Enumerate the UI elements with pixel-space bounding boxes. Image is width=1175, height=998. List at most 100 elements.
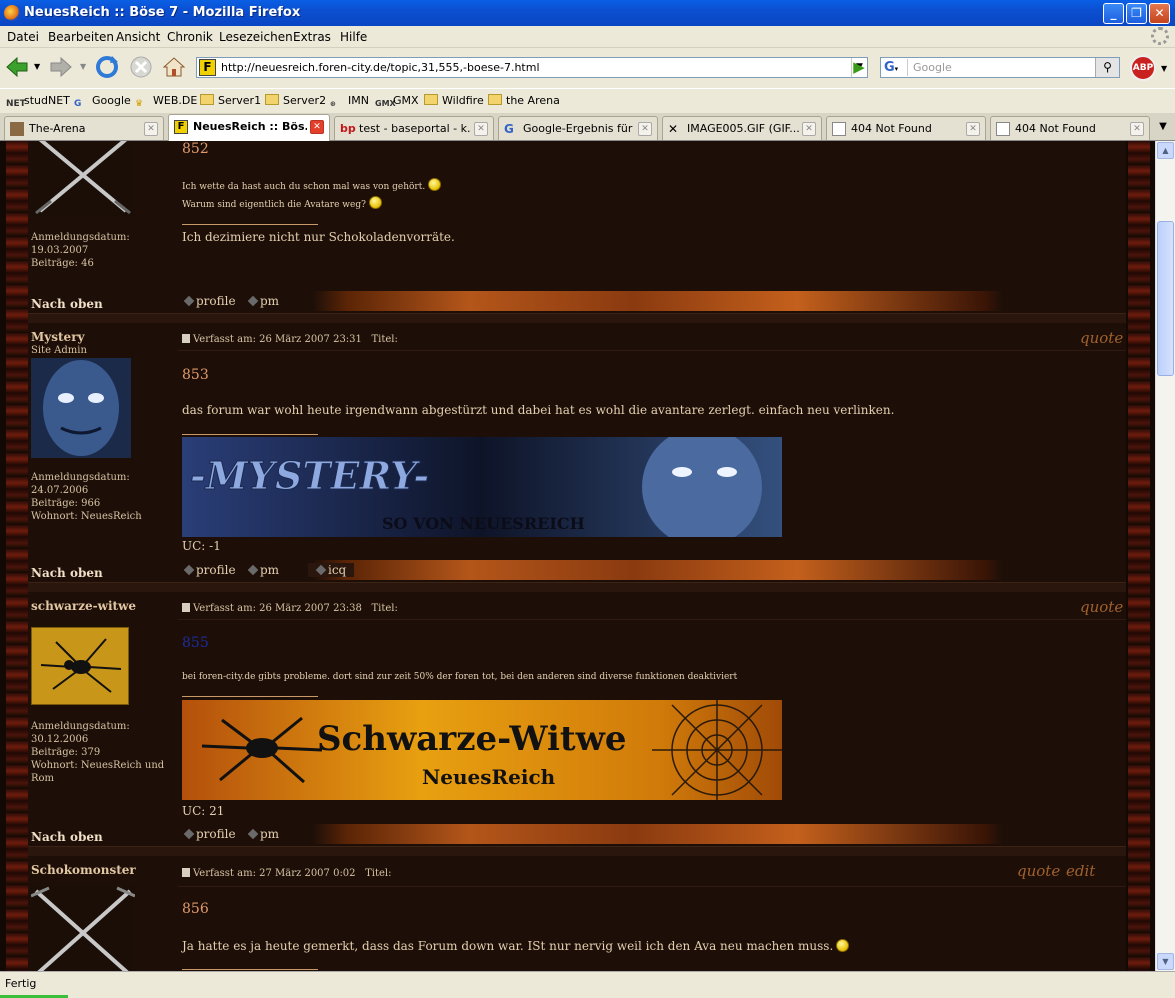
forward-arrow-icon[interactable] — [48, 54, 74, 80]
search-engine-google-icon[interactable]: G▾ — [882, 59, 908, 76]
bookmarks-toolbar: NETstudNET G Google ♛ WEB.DE Server1 Serve… — [0, 88, 1175, 112]
tab-close-icon[interactable]: ✕ — [802, 122, 816, 136]
pm-button[interactable]: pm — [247, 294, 279, 308]
nach-oben-link[interactable]: Nach oben — [31, 566, 103, 580]
quote-button[interactable]: quote — [1080, 598, 1123, 616]
header-separator — [178, 886, 1126, 887]
post-icon — [182, 868, 190, 877]
tab-close-icon[interactable]: ✕ — [474, 122, 488, 136]
post-author[interactable]: Schokomonster — [31, 863, 136, 877]
post-author[interactable]: schwarze-witwe — [31, 599, 136, 613]
registration-date: 19.03.2007 — [31, 245, 89, 256]
arena-favicon-icon — [10, 122, 24, 136]
folder-icon — [488, 94, 502, 105]
scroll-down-icon[interactable]: ▼ — [1157, 953, 1174, 970]
post-count: Beiträge: 46 — [31, 258, 94, 269]
banner-subtitle: SO VON NEUESREICH — [382, 514, 585, 533]
nach-oben-link[interactable]: Nach oben — [31, 297, 103, 311]
header-separator — [178, 619, 1126, 620]
registration-date: 30.12.2006 — [31, 734, 89, 745]
bookmark-google[interactable]: G Google — [74, 94, 131, 111]
close-button[interactable]: ✕ — [1149, 3, 1170, 24]
tab-404-a[interactable]: 404 Not Found ✕ — [826, 116, 986, 140]
icq-button[interactable]: icq — [308, 563, 355, 577]
wink-smiley-icon — [428, 178, 442, 191]
post-count: Beiträge: 966 — [31, 498, 101, 509]
stop-icon[interactable] — [128, 54, 154, 80]
google-favicon-icon: G — [504, 122, 514, 136]
menu-bearbeiten[interactable]: Bearbeiten — [48, 30, 114, 44]
search-magnifier-icon[interactable]: ⚲ — [1095, 58, 1119, 77]
tab-list-dropdown-icon[interactable]: ▼ — [1153, 117, 1173, 137]
tab-image005[interactable]: ✕ IMAGE005.GIF (GIF... ✕ — [662, 116, 822, 140]
post-author[interactable]: Mystery — [31, 330, 84, 344]
adblock-plus-icon[interactable]: ABP — [1130, 55, 1156, 81]
menu-extras[interactable]: Extras — [293, 30, 331, 44]
url-bar[interactable]: F http://neuesreich.foren-city.de/topic,… — [196, 57, 868, 78]
tab-close-icon[interactable]: ✕ — [1130, 122, 1144, 136]
minimize-button[interactable]: _ — [1103, 3, 1124, 24]
bookmark-studnet[interactable]: NETstudNET — [6, 94, 70, 111]
pm-button[interactable]: pm — [247, 827, 279, 841]
pm-icon — [247, 564, 259, 576]
tab-close-icon[interactable]: ✕ — [144, 122, 158, 136]
signature-uc: UC: -1 — [182, 539, 221, 553]
home-icon[interactable] — [161, 54, 187, 80]
post-853: Mystery Site Admin Anmeldungsdatum: 24.0… — [28, 323, 1126, 582]
back-arrow-icon[interactable] — [4, 54, 30, 80]
search-box[interactable]: G▾ Google ⚲ — [880, 57, 1120, 78]
forward-history-dropdown-icon[interactable]: ▼ — [80, 62, 86, 71]
image-favicon-icon: ✕ — [668, 122, 679, 136]
spider-avatar — [31, 627, 129, 705]
menu-hilfe[interactable]: Hilfe — [340, 30, 367, 44]
bookmark-webde[interactable]: ♛ WEB.DE — [135, 94, 197, 111]
bookmark-imn[interactable]: ⊛ IMN — [330, 94, 369, 112]
tab-baseportal[interactable]: bp test - baseportal - k... ✕ — [334, 116, 494, 140]
tab-close-icon[interactable]: ✕ — [966, 122, 980, 136]
title-bar: NeuesReich :: Böse 7 - Mozilla Firefox _… — [0, 0, 1175, 26]
profile-button[interactable]: profile — [183, 563, 236, 577]
edit-button[interactable]: edit — [1066, 862, 1095, 880]
profile-button[interactable]: profile — [183, 294, 236, 308]
profile-button[interactable]: profile — [183, 827, 236, 841]
bookmark-server2[interactable]: Server2 — [265, 94, 326, 107]
nach-oben-link[interactable]: Nach oben — [31, 830, 103, 844]
tab-the-arena[interactable]: The-Arena ✕ — [4, 116, 164, 140]
back-history-dropdown-icon[interactable]: ▼ — [34, 62, 40, 71]
bookmark-wildfire[interactable]: Wildfire — [424, 94, 484, 107]
adblock-dropdown-icon[interactable]: ▼ — [1161, 64, 1167, 73]
pm-button[interactable]: pm — [247, 563, 279, 577]
menu-lesezeichen[interactable]: Lesezeichen — [219, 30, 293, 44]
bookmark-gmx[interactable]: GMXGMX — [375, 94, 419, 111]
tab-404-b[interactable]: 404 Not Found ✕ — [990, 116, 1150, 140]
post-actions: profile pm — [182, 824, 1002, 844]
registration-label: Anmeldungsdatum: — [31, 472, 130, 483]
reload-icon[interactable] — [94, 54, 120, 80]
bookmark-the-arena[interactable]: the Arena — [488, 94, 560, 107]
tab-close-icon[interactable]: ✕ — [310, 120, 324, 134]
vertical-scrollbar[interactable]: ▲ ▼ — [1155, 141, 1175, 971]
tab-neuesreich[interactable]: F NeuesReich :: Bös... ✕ — [168, 114, 330, 141]
registration-label: Anmeldungsdatum: — [31, 721, 130, 732]
profile-icon — [183, 295, 195, 307]
post-divider — [28, 846, 1126, 856]
menu-ansicht[interactable]: Ansicht — [116, 30, 160, 44]
maximize-button[interactable]: ❐ — [1126, 3, 1147, 24]
menu-datei[interactable]: Datei — [7, 30, 39, 44]
bookmark-server1[interactable]: Server1 — [200, 94, 261, 107]
user-rank: Site Admin — [31, 345, 87, 356]
mystery-signature-banner: -MYSTERY- SO VON NEUESREICH — [182, 437, 782, 537]
page-icon — [832, 122, 846, 136]
scroll-up-icon[interactable]: ▲ — [1157, 142, 1174, 159]
profile-icon — [183, 564, 195, 576]
menu-chronik[interactable]: Chronik — [167, 30, 213, 44]
tab-close-icon[interactable]: ✕ — [638, 122, 652, 136]
tab-google-ergebnis[interactable]: G Google-Ergebnis für ... ✕ — [498, 116, 658, 140]
quote-button[interactable]: quote — [1017, 862, 1060, 880]
post-text: bei foren-city.de gibts probleme. dort s… — [182, 672, 738, 682]
go-button[interactable]: ▶ — [848, 57, 870, 78]
scroll-thumb[interactable] — [1157, 221, 1174, 376]
banner-subtitle: NeuesReich — [422, 765, 556, 789]
quote-button[interactable]: quote — [1080, 329, 1123, 347]
icq-icon — [315, 564, 327, 576]
